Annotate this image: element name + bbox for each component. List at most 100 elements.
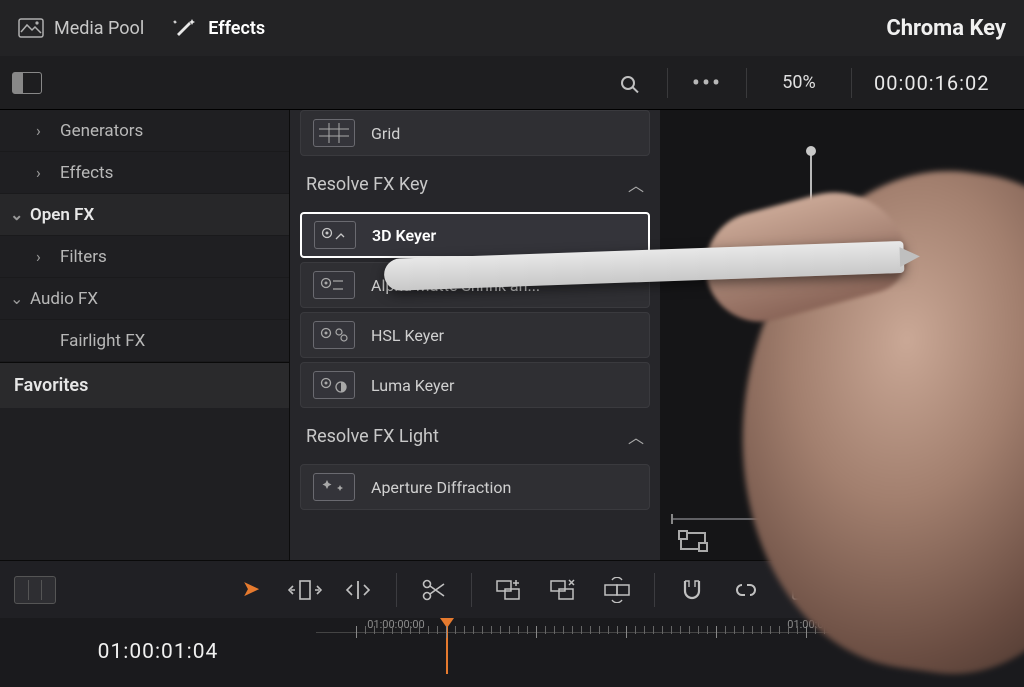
keyer-icon <box>314 221 356 249</box>
timeline-timecode[interactable]: 01:00:01:04 <box>0 640 316 664</box>
fx-item-hsl-keyer[interactable]: HSL Keyer <box>300 312 650 358</box>
tick-label: 01:00:04:00 <box>787 618 844 631</box>
sidebar-item-generators[interactable]: › Generators <box>0 110 289 152</box>
chevron-up-icon: ︿ <box>628 424 644 448</box>
chevron-right-icon: › <box>36 163 41 182</box>
media-pool-label: Media Pool <box>54 18 144 39</box>
replace-clip-button[interactable] <box>596 572 638 608</box>
main-area: › Generators › Effects ⌄ Open FX › Filte… <box>0 110 1024 560</box>
blade-tool[interactable] <box>413 572 455 608</box>
replace-icon <box>602 577 632 603</box>
separator <box>471 573 472 607</box>
light-sparkle-icon <box>313 473 355 501</box>
prev-keyframe-icon[interactable]: ‹ <box>929 531 934 552</box>
secondary-toolbar: ••• 50% 00:00:16:02 <box>0 56 1024 110</box>
dynamic-trim-icon <box>344 577 374 603</box>
viewer-timecode[interactable]: 00:00:16:02 <box>874 71 1014 95</box>
separator <box>746 68 747 98</box>
sidebar-item-open-fx[interactable]: ⌄ Open FX <box>0 194 289 236</box>
arrow-cursor-icon: ➤ <box>242 577 260 602</box>
search-button[interactable] <box>611 66 645 100</box>
chevron-right-icon: › <box>36 247 41 266</box>
viewer-range-slider[interactable] <box>810 150 812 520</box>
chevron-right-icon: › <box>36 121 41 140</box>
timeline-ruler[interactable]: 01:00:00:00 01:00:04:00 <box>316 618 1024 686</box>
effects-list-panel: Grid Resolve FX Key ︿ 3D Keyer Alpha Mat… <box>290 110 660 560</box>
group-label: Resolve FX Key <box>306 174 428 195</box>
sidebar-item-fairlight-fx[interactable]: Fairlight FX <box>0 320 289 362</box>
lock-toggle[interactable] <box>779 572 821 608</box>
group-header-resolve-fx-key[interactable]: Resolve FX Key ︿ <box>290 160 660 208</box>
favorites-header[interactable]: Favorites <box>0 362 289 408</box>
viewer-footer-tools: ‹ › <box>672 522 1024 560</box>
group-header-resolve-fx-light[interactable]: Resolve FX Light ︿ <box>290 412 660 460</box>
insert-clip-button[interactable] <box>488 572 530 608</box>
media-pool-tab[interactable]: Media Pool <box>18 18 144 39</box>
fx-label: 3D Keyer <box>372 226 636 245</box>
fx-item-alpha-matte[interactable]: Alpha Matte Shrink an... <box>300 262 650 308</box>
sidebar-item-filters[interactable]: › Filters <box>0 236 289 278</box>
trim-tool[interactable] <box>284 572 326 608</box>
grid-icon <box>313 119 355 147</box>
keyer-icon <box>313 371 355 399</box>
fx-item-3d-keyer[interactable]: 3D Keyer <box>300 212 650 258</box>
transform-tool[interactable] <box>672 523 714 559</box>
separator <box>667 68 668 98</box>
thumbnail-view-toggle[interactable] <box>14 572 56 608</box>
effects-magic-icon <box>172 18 198 38</box>
page-title: Chroma Key <box>886 16 1006 41</box>
effects-label: Effects <box>208 18 265 39</box>
marker-button[interactable] <box>854 572 896 608</box>
panel-layout-toggle[interactable] <box>10 66 44 100</box>
selection-tool[interactable]: ➤ <box>230 572 272 608</box>
fx-item-aperture-diffraction[interactable]: Aperture Diffraction <box>300 464 650 510</box>
keyframe-dot-icon[interactable] <box>957 536 967 546</box>
sidebar-item-audio-fx[interactable]: ⌄ Audio FX <box>0 278 289 320</box>
effects-sidebar: › Generators › Effects ⌄ Open FX › Filte… <box>0 110 290 560</box>
dynamic-trim-tool[interactable] <box>338 572 380 608</box>
chevron-down-icon: ⌄ <box>10 289 23 308</box>
sidebar-label: Audio FX <box>30 289 98 309</box>
separator <box>396 573 397 607</box>
fx-item-grid[interactable]: Grid <box>300 110 650 156</box>
sidebar-item-effects[interactable]: › Effects <box>0 152 289 194</box>
fx-label: Alpha Matte Shrink an... <box>371 276 637 295</box>
group-label: Resolve FX Light <box>306 426 439 447</box>
keyer-icon <box>313 321 355 349</box>
next-keyframe-icon[interactable]: › <box>989 531 994 552</box>
snap-toggle[interactable] <box>671 572 713 608</box>
link-icon <box>732 577 760 603</box>
header-bar: Media Pool Effects Chroma Key <box>0 0 1024 56</box>
fx-label: Aperture Diffraction <box>371 478 637 497</box>
link-toggle[interactable] <box>725 572 767 608</box>
effects-tab[interactable]: Effects <box>172 18 265 39</box>
chevron-up-icon: ︿ <box>628 172 644 196</box>
search-icon <box>621 76 635 90</box>
thumbnail-icon <box>14 576 56 604</box>
lock-icon <box>788 577 812 603</box>
more-menu-button[interactable]: ••• <box>690 66 724 100</box>
tick-label: 01:00:00:00 <box>367 618 424 631</box>
overwrite-clip-button[interactable] <box>542 572 584 608</box>
insert-icon <box>494 577 524 603</box>
separator <box>654 573 655 607</box>
timeline-ruler-strip: 01:00:01:04 01:00:00:00 01:00:04:00 <box>0 618 1024 686</box>
sidebar-label: Fairlight FX <box>60 331 145 351</box>
fx-label: HSL Keyer <box>371 326 637 345</box>
fx-item-luma-keyer[interactable]: Luma Keyer <box>300 362 650 408</box>
sidebar-label: Filters <box>60 247 107 267</box>
transform-icon <box>680 532 706 550</box>
scissors-icon <box>420 577 448 603</box>
keyer-icon <box>313 271 355 299</box>
favorites-label: Favorites <box>14 375 88 396</box>
sidebar-label: Effects <box>60 163 113 183</box>
fx-label: Grid <box>371 124 637 143</box>
timeline-toolbar: ➤ <box>0 560 1024 618</box>
sidebar-label: Generators <box>60 121 143 141</box>
flag-icon <box>865 578 885 602</box>
separator <box>851 68 852 98</box>
chevron-down-icon: ⌄ <box>10 205 23 224</box>
viewer-zoom-slider[interactable] <box>672 518 1012 520</box>
zoom-level[interactable]: 50% <box>769 72 829 93</box>
separator <box>837 573 838 607</box>
